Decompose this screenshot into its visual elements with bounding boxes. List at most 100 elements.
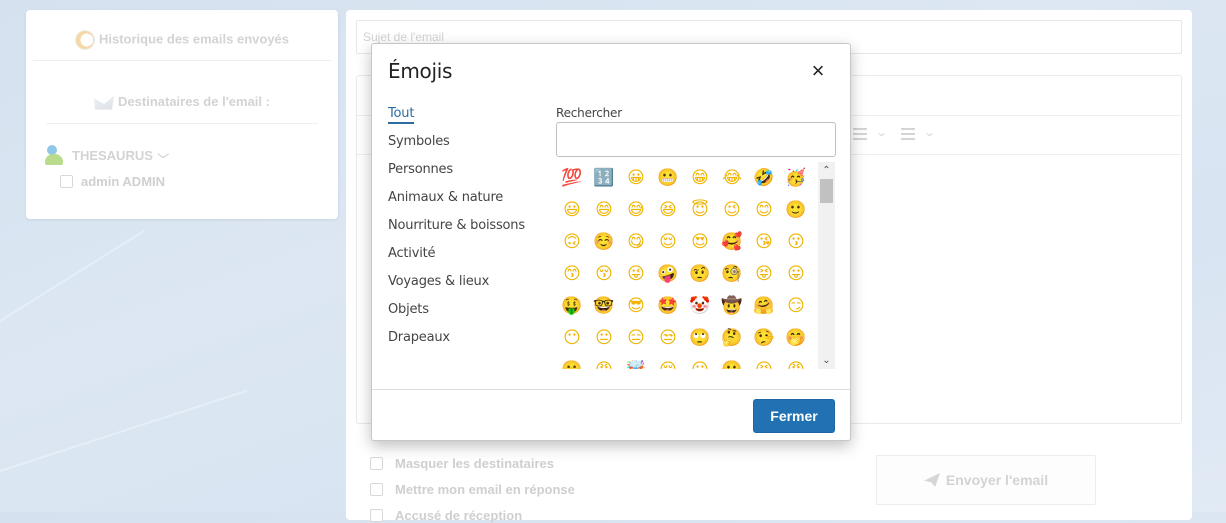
scroll-down-icon[interactable]: ⌄ xyxy=(818,352,835,369)
close-button[interactable]: Fermer xyxy=(753,399,835,433)
checkbox[interactable] xyxy=(370,457,383,470)
emoji-item[interactable]: 🙃 xyxy=(556,226,588,258)
checkbox[interactable] xyxy=(370,509,383,522)
emoji-item[interactable]: 😆 xyxy=(652,194,684,226)
option-hide-recipients[interactable]: Masquer les destinataires xyxy=(370,456,554,471)
emoji-item[interactable]: 🤪 xyxy=(652,258,684,290)
emoji-item[interactable]: ☺️ xyxy=(588,226,620,258)
paper-plane-icon xyxy=(923,473,940,487)
emoji-item[interactable]: 😗 xyxy=(780,226,812,258)
emoji-item[interactable]: 😶 xyxy=(556,322,588,354)
close-icon[interactable]: × xyxy=(806,59,830,83)
emoji-item[interactable]: 😬 xyxy=(652,162,684,194)
emoji-item[interactable]: 🙄 xyxy=(684,322,716,354)
emoji-item[interactable]: 😅 xyxy=(620,194,652,226)
emoji-item[interactable]: 😚 xyxy=(588,258,620,290)
emoji-item[interactable]: 🤔 xyxy=(716,322,748,354)
emoji-item[interactable]: 🤠 xyxy=(716,290,748,322)
group-thesaurus[interactable]: THESAURUS ⌵ xyxy=(44,144,169,166)
emoji-item[interactable]: 🤣 xyxy=(748,162,780,194)
emoji-search-input[interactable] xyxy=(556,122,836,157)
emoji-item[interactable]: 😔 xyxy=(652,354,684,369)
bullet-list-icon[interactable] xyxy=(853,128,867,140)
emoji-item[interactable]: 😂 xyxy=(716,162,748,194)
send-email-button[interactable]: Envoyer l'email xyxy=(876,455,1096,505)
emoji-item[interactable]: 😉 xyxy=(716,194,748,226)
emoji-item[interactable]: 🙂 xyxy=(780,194,812,226)
emoji-item[interactable]: 😡 xyxy=(588,354,620,369)
category-symbols[interactable]: Symboles xyxy=(388,132,548,160)
emoji-item[interactable]: 😑 xyxy=(620,322,652,354)
option-reply-to-me[interactable]: Mettre mon email en réponse xyxy=(370,482,575,497)
emoji-item[interactable]: 🤩 xyxy=(652,290,684,322)
chevron-down-icon[interactable]: ⌵ xyxy=(157,149,169,162)
emoji-item[interactable]: 🤫 xyxy=(556,354,588,369)
emoji-item[interactable]: 😍 xyxy=(684,226,716,258)
emoji-item[interactable]: 🤭 xyxy=(780,322,812,354)
category-animals-nature[interactable]: Animaux & nature xyxy=(388,188,548,216)
emoji-categories: Tout Symboles Personnes Animaux & nature… xyxy=(388,104,548,356)
chevron-down-icon[interactable]: ⌄ xyxy=(875,126,888,139)
scrollbar-thumb[interactable] xyxy=(820,179,833,203)
emoji-item[interactable]: 🔢 xyxy=(588,162,620,194)
background-streak xyxy=(0,389,248,472)
recipients-panel: Historique des emails envoyés Destinatai… xyxy=(26,10,338,219)
emoji-item[interactable]: 😛 xyxy=(780,258,812,290)
emoji-item[interactable]: 😝 xyxy=(748,258,780,290)
emoji-item[interactable]: 💯 xyxy=(556,162,588,194)
emoji-item[interactable]: 😊 xyxy=(748,194,780,226)
emoji-item[interactable]: 🧐 xyxy=(716,258,748,290)
category-activity[interactable]: Activité xyxy=(388,244,548,272)
emoji-item[interactable]: 😀 xyxy=(620,162,652,194)
emoji-item[interactable]: 😐 xyxy=(588,322,620,354)
emoji-item[interactable]: 😘 xyxy=(748,226,780,258)
emoji-item[interactable]: 🤓 xyxy=(588,290,620,322)
background-streak xyxy=(0,230,145,322)
emoji-item[interactable]: 😒 xyxy=(652,322,684,354)
emoji-item[interactable]: 😄 xyxy=(588,194,620,226)
emoji-item[interactable]: 😁 xyxy=(684,162,716,194)
emoji-item[interactable]: 🤡 xyxy=(684,290,716,322)
emoji-item[interactable]: 😙 xyxy=(556,258,588,290)
emoji-item[interactable]: 🙁 xyxy=(716,354,748,369)
emoji-item[interactable]: 😋 xyxy=(620,226,652,258)
checkbox[interactable] xyxy=(370,483,383,496)
emoji-item[interactable]: 😎 xyxy=(620,290,652,322)
emoji-item[interactable]: 🤑 xyxy=(556,290,588,322)
envelope-icon xyxy=(94,95,115,110)
emoji-scrollbar[interactable]: ⌃ ⌄ xyxy=(818,162,835,369)
user-name: admin ADMIN xyxy=(81,174,166,189)
emoji-item[interactable]: 😠 xyxy=(780,354,812,369)
option-read-receipt[interactable]: Accusé de réception xyxy=(370,508,522,523)
emoji-item[interactable]: 🤨 xyxy=(684,258,716,290)
emoji-item[interactable]: 😏 xyxy=(780,290,812,322)
category-food-drink[interactable]: Nourriture & boissons xyxy=(388,216,548,244)
emoji-item[interactable]: 😌 xyxy=(652,226,684,258)
user-item[interactable]: admin ADMIN xyxy=(60,174,165,189)
category-flags[interactable]: Drapeaux xyxy=(388,328,548,356)
recipients-heading: Destinataires de l'email : xyxy=(26,94,338,110)
category-all[interactable]: Tout xyxy=(388,104,548,132)
scroll-up-icon[interactable]: ⌃ xyxy=(818,162,835,179)
category-people[interactable]: Personnes xyxy=(388,160,548,188)
numbered-list-icon[interactable] xyxy=(901,128,915,140)
emoji-item[interactable]: 😣 xyxy=(748,354,780,369)
emoji-item[interactable]: 🤯 xyxy=(620,354,652,369)
emoji-item[interactable]: 🤗 xyxy=(748,290,780,322)
emoji-item[interactable]: 🥰 xyxy=(716,226,748,258)
emoji-item[interactable]: 🤥 xyxy=(748,322,780,354)
emoji-grid: 💯 🔢 😀 😬 😁 😂 🤣 🥳 😃 😄 😅 😆 😇 😉 😊 🙂 🙃 ☺️ 😋 😌 😍 🥰 😘 😗 😙 😚 😜 🤪 🤨 🧐 😝 😛 🤑 🤓 😎 🤩 🤡 🤠 🤗… xyxy=(556,162,836,369)
category-objects[interactable]: Objets xyxy=(388,300,548,328)
emoji-item[interactable]: 🥳 xyxy=(780,162,812,194)
emoji-item[interactable]: 😃 xyxy=(556,194,588,226)
search-label: Rechercher xyxy=(556,106,622,120)
emoji-item[interactable]: 😜 xyxy=(620,258,652,290)
history-link[interactable]: Historique des emails envoyés xyxy=(26,30,338,50)
users-icon xyxy=(44,144,66,166)
emoji-item[interactable]: 😕 xyxy=(684,354,716,369)
emoji-dialog: Émojis × Tout Symboles Personnes Animaux… xyxy=(371,43,851,441)
category-travel-places[interactable]: Voyages & lieux xyxy=(388,272,548,300)
emoji-item[interactable]: 😇 xyxy=(684,194,716,226)
chevron-down-icon[interactable]: ⌄ xyxy=(923,126,936,139)
user-checkbox[interactable] xyxy=(60,175,73,188)
